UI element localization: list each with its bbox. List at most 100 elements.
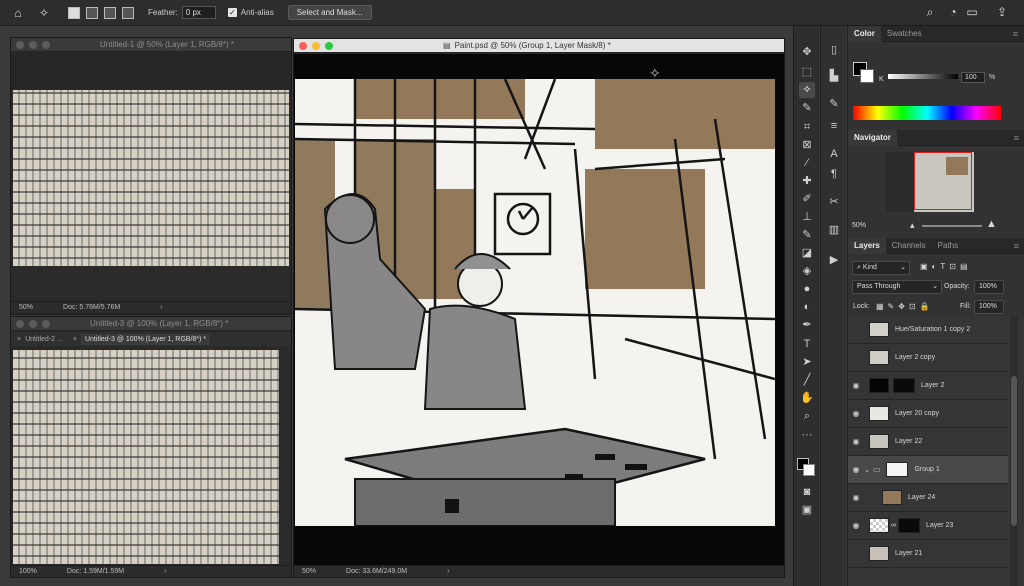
layers-scrollbar[interactable] bbox=[1010, 316, 1018, 586]
eraser-tool-icon[interactable]: ◪ bbox=[799, 245, 815, 261]
tab-navigator[interactable]: Navigator bbox=[848, 129, 897, 146]
eyedropper-tool-icon[interactable]: ⁄ bbox=[799, 155, 815, 171]
untitled3-titlebar[interactable]: Untitled-3 @ 100% (Layer 1, RGB/8*) * bbox=[11, 317, 291, 331]
lasso-tool-icon[interactable]: ✧ bbox=[799, 82, 815, 98]
history-brush-icon[interactable]: ✎ bbox=[799, 227, 815, 243]
kind-filter[interactable]: ⌕ Kind ⌄ bbox=[852, 261, 910, 275]
dodge-tool-icon[interactable]: ◐ bbox=[799, 299, 815, 315]
zoom-button[interactable] bbox=[325, 41, 333, 50]
minimize-button[interactable] bbox=[312, 41, 320, 50]
navigator-zoom[interactable]: 50% bbox=[852, 222, 866, 229]
close-icon[interactable]: × bbox=[17, 336, 21, 343]
layer-mask-thumbnail[interactable] bbox=[898, 518, 920, 533]
pattern-canvas[interactable] bbox=[13, 90, 289, 266]
path-select-icon[interactable]: ➤ bbox=[799, 354, 815, 370]
add-selection-icon[interactable] bbox=[86, 6, 98, 19]
layer-row[interactable]: ◉ Layer 22 bbox=[848, 428, 1008, 456]
brush-tool-icon[interactable]: ✐ bbox=[799, 191, 815, 207]
eye-icon[interactable]: ◉ bbox=[848, 437, 864, 446]
panel-menu-icon[interactable]: ≡ bbox=[1014, 133, 1019, 143]
adjustments-icon[interactable]: ≡ bbox=[826, 118, 842, 134]
filter-icons[interactable]: ▣◐T⊡▤ bbox=[920, 262, 972, 271]
quick-select-tool-icon[interactable]: ✎ bbox=[799, 100, 815, 116]
panel-menu-icon[interactable]: ≡ bbox=[1013, 29, 1018, 39]
quick-mask-icon[interactable]: ◙ bbox=[799, 484, 815, 500]
line-tool-icon[interactable]: ╱ bbox=[799, 372, 815, 388]
properties-icon[interactable]: ▥ bbox=[826, 222, 842, 238]
blend-mode-select[interactable]: Pass Through ⌄ bbox=[852, 280, 942, 294]
group-mask-thumbnail[interactable] bbox=[886, 462, 909, 477]
select-and-mask-button[interactable]: Select and Mask... bbox=[287, 5, 372, 20]
blur-tool-icon[interactable]: ● bbox=[799, 281, 815, 297]
layer-row[interactable]: ◉ Layer 2 bbox=[848, 372, 1008, 400]
layer-row[interactable]: ◉ ⌄ ▭ Group 1 bbox=[848, 456, 1008, 484]
history-icon[interactable]: ▯ bbox=[826, 42, 842, 58]
zoom-in-icon[interactable]: ▲ bbox=[986, 218, 997, 230]
eye-icon[interactable]: ◉ bbox=[848, 409, 864, 418]
type-tool-icon[interactable]: T bbox=[799, 336, 815, 352]
layer-mask-thumbnail[interactable] bbox=[893, 378, 915, 393]
search-icon[interactable]: ⌕ bbox=[922, 5, 938, 21]
play-actions-icon[interactable]: ▶ bbox=[826, 252, 842, 268]
feather-input[interactable]: 0 px bbox=[181, 6, 216, 19]
workspace-icon[interactable]: ▭ bbox=[964, 5, 980, 21]
subtract-selection-icon[interactable] bbox=[104, 6, 116, 19]
hand-tool-icon[interactable]: ✋ bbox=[799, 390, 815, 406]
home-icon[interactable]: ⌂ bbox=[10, 5, 26, 21]
layer-row[interactable]: ◉ ∞ Layer 23 bbox=[848, 512, 1008, 540]
marquee-tool-icon[interactable]: ⬚ bbox=[799, 64, 815, 80]
k-slider[interactable] bbox=[888, 74, 958, 79]
antialias-checkbox[interactable]: ✓ bbox=[227, 8, 237, 17]
close-icon[interactable]: × bbox=[73, 336, 77, 343]
panel-menu-icon[interactable]: ≡ bbox=[1014, 241, 1019, 251]
pen-tool-icon[interactable]: ✒ bbox=[799, 317, 815, 333]
learn-icon[interactable]: ◔ bbox=[945, 5, 961, 21]
zoom-tool-icon[interactable]: ⌕ bbox=[799, 408, 815, 424]
new-selection-icon[interactable] bbox=[68, 6, 80, 19]
tab-untitled2[interactable]: Untitled-2 ... bbox=[25, 336, 63, 343]
intersect-selection-icon[interactable] bbox=[122, 6, 134, 19]
close-button[interactable] bbox=[299, 41, 307, 50]
tab-swatches[interactable]: Swatches bbox=[881, 26, 928, 42]
healing-tool-icon[interactable]: ✚ bbox=[799, 173, 815, 189]
eye-icon[interactable]: ◉ bbox=[848, 493, 864, 502]
move-tool-icon[interactable]: ✥ bbox=[799, 44, 815, 60]
untitled1-titlebar[interactable]: Untitled-1 @ 50% (Layer 1, RGB/8*) * bbox=[11, 38, 291, 52]
artwork-canvas[interactable] bbox=[295, 79, 775, 526]
more-tools-icon[interactable]: ··· bbox=[799, 427, 815, 443]
paint-titlebar[interactable]: ▤ Paint.psd @ 50% (Group 1, Layer Mask/8… bbox=[294, 39, 784, 53]
tab-color[interactable]: Color bbox=[848, 25, 881, 42]
screen-mode-icon[interactable]: ▣ bbox=[799, 502, 815, 518]
brush-settings-icon[interactable]: ✎ bbox=[826, 96, 842, 112]
scrollbar[interactable] bbox=[281, 350, 289, 564]
eye-icon[interactable]: ◉ bbox=[848, 465, 864, 474]
background-swatch[interactable] bbox=[860, 69, 874, 83]
tab-channels[interactable]: Channels bbox=[886, 238, 932, 254]
zoom-level[interactable]: 100% bbox=[19, 568, 37, 575]
character-icon[interactable]: A bbox=[826, 146, 842, 162]
polygonal-lasso-icon[interactable]: ✧ bbox=[36, 5, 52, 21]
share-icon[interactable]: ⇪ bbox=[994, 5, 1010, 21]
zoom-level[interactable]: 50% bbox=[302, 568, 316, 575]
crop-tool-icon[interactable]: ⌗ bbox=[799, 119, 815, 135]
eye-icon[interactable]: ◉ bbox=[848, 381, 864, 390]
stamp-tool-icon[interactable]: ⊥ bbox=[799, 209, 815, 225]
pattern-canvas[interactable] bbox=[13, 350, 279, 564]
color-spectrum[interactable] bbox=[853, 106, 1001, 120]
paragraph-icon[interactable]: ¶ bbox=[826, 166, 842, 182]
tab-layers[interactable]: Layers bbox=[848, 237, 886, 254]
opacity-input[interactable]: 100% bbox=[974, 280, 1004, 294]
layer-row[interactable]: Layer 21 bbox=[848, 540, 1008, 568]
layer-row[interactable]: ◉ Layer 20 copy bbox=[848, 400, 1008, 428]
fill-input[interactable]: 100% bbox=[974, 300, 1004, 314]
lock-icons[interactable]: ▦✎✥⊡🔒 bbox=[876, 302, 934, 311]
layer-row[interactable]: ◉ Layer 24 bbox=[848, 484, 1008, 512]
paint-bucket-icon[interactable]: ◈ bbox=[799, 263, 815, 279]
layer-row[interactable]: Layer 2 copy bbox=[848, 344, 1008, 372]
histogram-icon[interactable]: ▙ bbox=[826, 68, 842, 84]
tab-paths[interactable]: Paths bbox=[932, 238, 964, 254]
chevron-down-icon[interactable]: ⌄ bbox=[864, 466, 870, 474]
tools-preset-icon[interactable]: ✂ bbox=[826, 194, 842, 210]
zoom-slider[interactable] bbox=[922, 225, 982, 227]
frame-tool-icon[interactable]: ⊠ bbox=[799, 137, 815, 153]
